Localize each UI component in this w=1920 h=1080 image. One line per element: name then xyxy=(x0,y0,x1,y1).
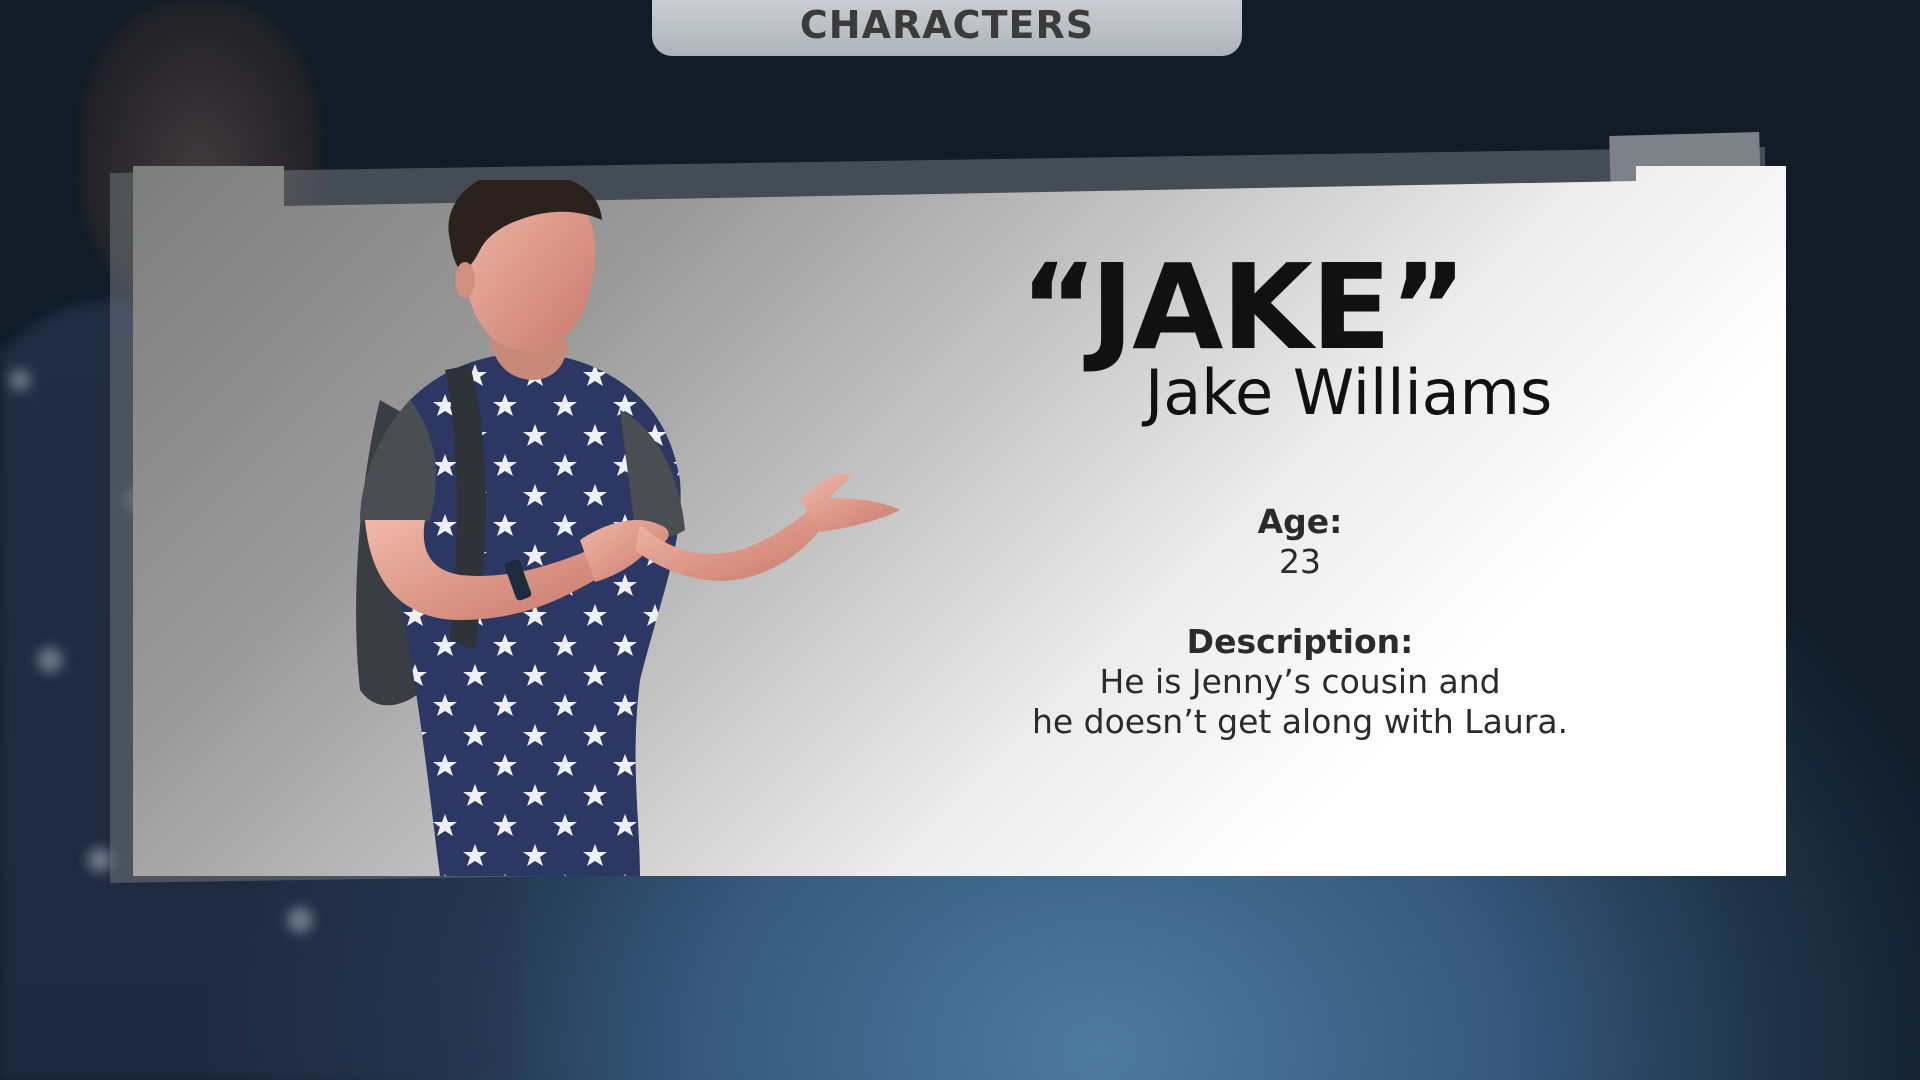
ear xyxy=(455,262,475,298)
character-portrait xyxy=(356,180,900,876)
characters-tab[interactable]: CHARACTERS xyxy=(652,0,1242,56)
description-label: Description xyxy=(1186,622,1401,661)
character-info: Age: 23 Description: He is Jenny’s cousi… xyxy=(1000,502,1600,742)
description-colon: : xyxy=(1400,622,1414,661)
character-nickname: “JAKE” xyxy=(1020,238,1467,376)
description-heading: Description: xyxy=(1000,622,1600,662)
character-full-name: Jake Williams xyxy=(1145,356,1553,429)
description-line-2: he doesn’t get along with Laura. xyxy=(1031,702,1569,741)
right-hand xyxy=(800,473,900,532)
description-line-1: He is Jenny’s cousin and xyxy=(1099,662,1501,701)
age-value: 23 xyxy=(1279,542,1321,581)
age-label: Age: xyxy=(1257,502,1343,541)
characters-tab-label: CHARACTERS xyxy=(799,3,1095,47)
